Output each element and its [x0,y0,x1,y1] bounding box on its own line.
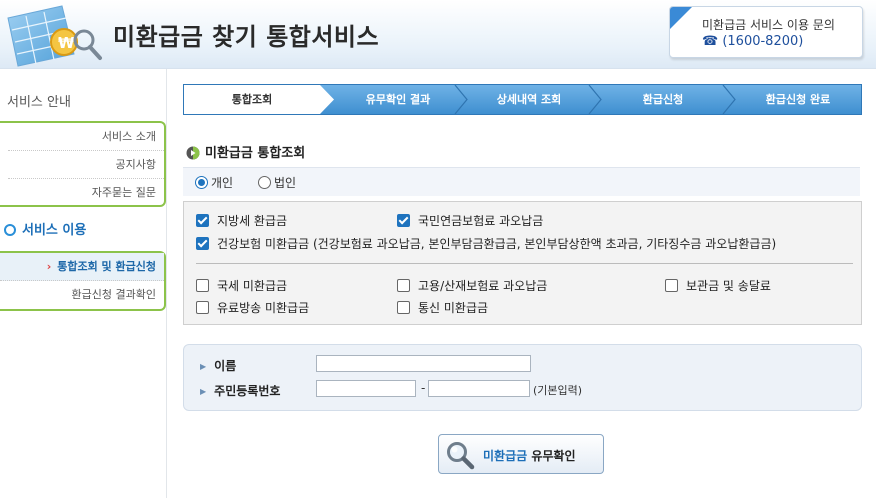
sidebar-service-info-title: 서비스 안내 [7,95,71,110]
checkbox-label: 지방세 환급금 [217,214,288,228]
step-refund-complete: 환급신청 완료 [765,93,831,106]
checkbox-checked-icon [196,214,209,227]
sidebar-item-integrated-lookup[interactable]: › 통합조회 및 환급신청 [0,253,164,281]
step-integrated-lookup: 통합조회 [184,85,320,114]
section-title-text: 미환급금 통합조회 [205,146,306,161]
step-arrow-icon [588,85,602,114]
site-title: 미환급금 찾기 통합서비스 [113,23,380,51]
jumin-front-input[interactable] [316,380,416,397]
checkbox-telecom[interactable]: 통신 미환급금 [397,299,488,316]
sidebar-item-notice[interactable]: 공지사항 [8,151,164,179]
svg-text:₩: ₩ [58,34,75,52]
name-label: ▶ 이름 [200,357,236,374]
document-search-icon: ₩ [7,5,102,67]
checkbox-label: 보관금 및 송달료 [686,279,771,293]
radio-checked-icon [195,176,208,189]
contact-box[interactable]: 미환급금 서비스 이용 문의 ☎ (1600-8200) [669,6,863,58]
checkbox-label: 건강보험 미환급금 (건강보험료 과오납금, 본인부담금환급금, 본인부담상한액… [217,237,777,251]
checkbox-label: 국세 미환급금 [217,279,288,293]
step-arrow-icon [320,85,334,114]
checkbox-label: 유료방송 미환급금 [217,301,310,315]
name-label-text: 이름 [214,359,237,373]
radio-unchecked-icon [258,176,271,189]
checkbox-divider [196,263,853,264]
circle-bullet-icon [4,223,16,236]
checkbox-unchecked-icon [397,279,410,292]
step-existence-result: 유무확인 결과 [365,93,431,106]
sidebar-service-info-menu: 서비스 소개 공지사항 자주묻는 질문 [0,121,166,207]
refund-type-checkboxes: 지방세 환급금 국민연금보험료 과오납금 건강보험 미환급금 (건강보험료 과오… [183,201,862,325]
checkbox-unchecked-icon [665,279,678,292]
checkbox-checked-icon [397,214,410,227]
contact-phone: ☎ (1600-8200) [702,34,804,49]
checkbox-local-tax[interactable]: 지방세 환급금 [196,212,287,229]
radio-label: 법인 [274,176,297,190]
checkbox-label: 고용/산재보험료 과오납금 [418,279,548,293]
button-label-rest: 유무확인 [527,449,576,463]
jumin-label-text: 주민등록번호 [214,384,281,398]
radio-corporation[interactable]: 법인 [258,174,296,191]
step-arrow-icon [722,85,736,114]
sidebar-service-use-label: 서비스 이용 [22,223,87,238]
magnifier-icon [447,442,475,470]
step-detail-lookup: 상세내역 조회 [496,93,562,106]
sidebar-item-label: 통합조회 및 환급신청 [57,260,156,273]
checkbox-employment-insurance[interactable]: 고용/산재보험료 과오납금 [397,277,547,294]
jumin-hint: (기본입력) [533,384,583,397]
checkbox-label: 통신 미환급금 [418,301,489,315]
sidebar-item-faq[interactable]: 자주묻는 질문 [8,179,164,206]
progress-steps: 통합조회 유무확인 결과 상세내역 조회 환급신청 환급신청 완료 [183,84,862,115]
section-title: 미환급금 통합조회 [186,142,305,161]
check-refund-button[interactable]: 미환급금 유무확인 [438,434,604,474]
section-title-icon [186,146,200,159]
radio-individual[interactable]: 개인 [195,174,233,191]
triangle-right-icon: ▶ [200,362,207,371]
checkbox-unchecked-icon [196,279,209,292]
identity-form: ▶ 이름 ▶ 주민등록번호 - (기본입력) [183,344,862,411]
name-input[interactable] [316,355,531,372]
user-type-row: 개인 법인 [183,167,860,196]
radio-label: 개인 [211,176,234,190]
jumin-label: ▶ 주민등록번호 [200,382,280,399]
jumin-back-input[interactable] [428,380,530,397]
page-header: ₩ 미환급금 찾기 통합서비스 미환급금 서비스 이용 문의 ☎ (1600-8… [0,0,876,69]
checkbox-national-pension[interactable]: 국민연금보험료 과오납금 [397,212,543,229]
sidebar-service-use-menu: › 통합조회 및 환급신청 환급신청 결과확인 [0,251,166,311]
step-arrow-icon [454,85,468,114]
checkbox-unchecked-icon [196,301,209,314]
checkbox-label: 국민연금보험료 과오납금 [418,214,544,228]
checkbox-unchecked-icon [397,301,410,314]
checkbox-storage-fee[interactable]: 보관금 및 송달료 [665,277,771,294]
jumin-dash: - [421,381,426,395]
check-refund-button-label: 미환급금 유무확인 [483,447,576,464]
sidebar: 서비스 안내 서비스 소개 공지사항 자주묻는 질문 서비스 이용 › 통합조회 … [0,69,167,498]
checkbox-health-insurance[interactable]: 건강보험 미환급금 (건강보험료 과오납금, 본인부담금환급금, 본인부담상한액… [196,235,776,252]
sidebar-item-refund-result[interactable]: 환급신청 결과확인 [8,281,164,308]
sidebar-service-use-title: 서비스 이용 [4,219,86,238]
checkbox-checked-icon [196,237,209,250]
contact-title: 미환급금 서비스 이용 문의 [702,18,835,32]
chevron-right-icon: › [46,260,52,273]
button-label-highlight: 미환급금 [483,449,528,463]
step-refund-apply: 환급신청 [642,93,684,106]
sidebar-item-service-intro[interactable]: 서비스 소개 [8,123,164,151]
corner-accent-icon [670,7,692,29]
checkbox-cable-broadcast[interactable]: 유료방송 미환급금 [196,299,309,316]
checkbox-national-tax[interactable]: 국세 미환급금 [196,277,287,294]
triangle-right-icon: ▶ [200,387,207,396]
